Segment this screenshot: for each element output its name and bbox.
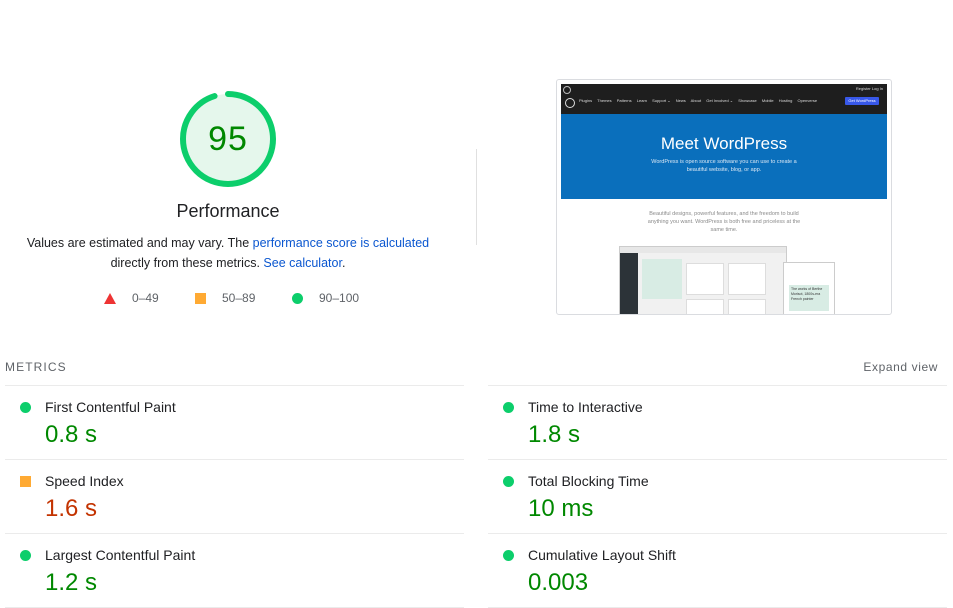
desc-text: .	[342, 256, 345, 270]
triangle-icon	[104, 293, 116, 304]
performance-score-link[interactable]: performance score is calculated	[253, 236, 429, 250]
wp-nav-item: Plugins	[579, 98, 592, 103]
metric-value: 0.003	[528, 569, 588, 597]
metric-label: First Contentful Paint	[45, 399, 176, 415]
see-calculator-link[interactable]: See calculator	[263, 256, 342, 270]
mock-card	[686, 263, 724, 295]
desc-text: directly from these metrics.	[111, 256, 264, 270]
mock-panel	[642, 259, 682, 299]
metric-label: Total Blocking Time	[528, 473, 649, 489]
mock-sidebar	[620, 253, 638, 315]
wordpress-logo-icon	[565, 98, 575, 108]
legend-range: 90–100	[319, 291, 359, 305]
metric-label: Speed Index	[45, 473, 124, 489]
wp-nav-item: Patterns	[617, 98, 632, 103]
wp-nav-item: Openverse	[797, 98, 817, 103]
wp-nav: Plugins Themes Patterns Learn Support ⌄ …	[579, 98, 821, 103]
final-screenshot-thumbnail[interactable]: Register Log In Plugins Themes Patterns …	[556, 79, 892, 315]
metric-total-blocking-time: Total Blocking Time 10 ms	[488, 459, 947, 533]
pass-circle-icon	[20, 550, 31, 561]
metric-first-contentful-paint: First Contentful Paint 0.8 s	[5, 385, 464, 459]
legend-fail: 0–49	[104, 291, 159, 305]
metric-value: 10 ms	[528, 495, 593, 523]
legend-range: 50–89	[222, 291, 255, 305]
wp-body-copy: Beautiful designs, powerful features, an…	[641, 210, 807, 234]
gauge-title: Performance	[128, 201, 328, 222]
expand-view-button[interactable]: Expand view	[863, 360, 938, 374]
desc-text: Values are estimated and may vary. The	[27, 236, 253, 250]
score-legend: 0–49 50–89 90–100	[100, 291, 400, 309]
metric-label: Cumulative Layout Shift	[528, 547, 676, 563]
average-square-icon	[20, 476, 31, 487]
legend-pass: 90–100	[292, 291, 359, 305]
metrics-column-left: First Contentful Paint 0.8 s Speed Index…	[5, 385, 464, 608]
wp-nav-item: Support ⌄	[652, 98, 670, 103]
wp-nav-item: Mobile	[762, 98, 774, 103]
wp-nav-item: News	[676, 98, 686, 103]
wp-nav-item: Showcase	[738, 98, 756, 103]
performance-score: 95	[178, 89, 278, 189]
mock-card	[728, 263, 766, 295]
metrics-header: METRICS	[5, 360, 67, 374]
wp-get-wordpress-button: Get WordPress	[845, 97, 879, 105]
wp-header: Register Log In Plugins Themes Patterns …	[561, 84, 887, 114]
metric-label: Largest Contentful Paint	[45, 547, 195, 563]
performance-gauge: 95	[178, 89, 278, 189]
metric-value: 1.6 s	[45, 495, 97, 523]
pass-circle-icon	[503, 550, 514, 561]
mock-card	[728, 299, 766, 315]
wp-util-links: Register Log In	[856, 86, 883, 91]
pass-circle-icon	[20, 402, 31, 413]
metric-value: 1.2 s	[45, 569, 97, 597]
metric-cumulative-layout-shift: Cumulative Layout Shift 0.003	[488, 533, 947, 608]
wp-hero: Meet WordPress WordPress is open source …	[561, 114, 887, 199]
wp-hero-subtitle: WordPress is open source software you ca…	[649, 158, 799, 174]
mock-toolbar	[620, 247, 786, 253]
wordpress-logo-icon	[563, 86, 571, 94]
legend-range: 0–49	[132, 291, 159, 305]
section-divider	[476, 149, 477, 245]
legend-average: 50–89	[195, 291, 255, 305]
metric-largest-contentful-paint: Largest Contentful Paint 1.2 s	[5, 533, 464, 608]
pass-circle-icon	[503, 476, 514, 487]
metric-label: Time to Interactive	[528, 399, 643, 415]
square-icon	[195, 293, 206, 304]
wp-nav-item: Learn	[637, 98, 647, 103]
mock-card	[686, 299, 724, 315]
pass-circle-icon	[503, 402, 514, 413]
metric-value: 0.8 s	[45, 421, 97, 449]
wp-hero-title: Meet WordPress	[561, 134, 887, 154]
metric-value: 1.8 s	[528, 421, 580, 449]
wp-nav-item: About	[691, 98, 701, 103]
wp-nav-item: Get Involved ⌄	[706, 98, 733, 103]
metric-time-to-interactive: Time to Interactive 1.8 s	[488, 385, 947, 459]
metrics-column-right: Time to Interactive 1.8 s Total Blocking…	[488, 385, 947, 608]
wp-nav-item: Themes	[597, 98, 611, 103]
mock-text: The works of Berthe Morisot, 1800s-era F…	[789, 285, 829, 311]
wp-nav-item: Hosting	[779, 98, 793, 103]
circle-icon	[292, 293, 303, 304]
wp-mobile-mockup: The works of Berthe Morisot, 1800s-era F…	[783, 262, 835, 315]
metric-speed-index: Speed Index 1.6 s	[5, 459, 464, 533]
wp-editor-mockup	[619, 246, 787, 315]
gauge-description: Values are estimated and may vary. The p…	[18, 233, 438, 273]
